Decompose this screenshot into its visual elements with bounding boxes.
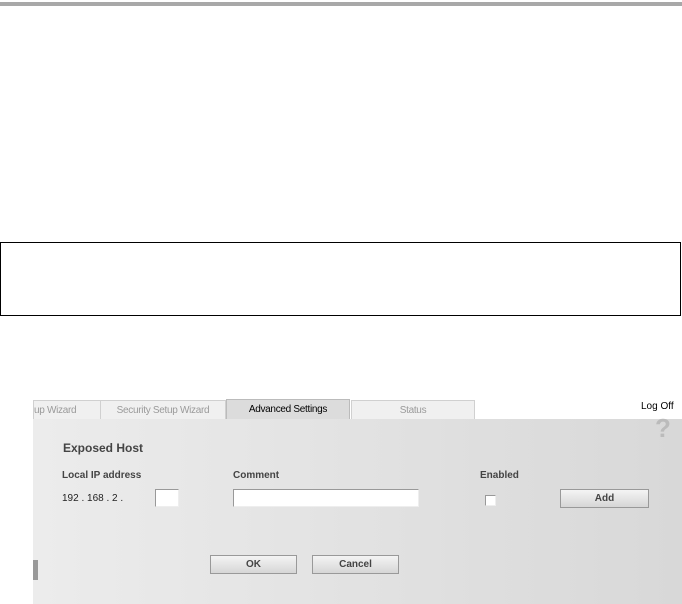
tab-status[interactable]: Status (351, 400, 475, 420)
page-title: Exposed Host (63, 441, 144, 455)
exposed-host-panel: Exposed Host ? Local IP address Comment … (33, 413, 682, 604)
empty-frame (0, 242, 681, 316)
tab-setup-wizard[interactable]: up Wizard (33, 400, 101, 420)
add-button[interactable]: Add (560, 489, 649, 508)
ok-button[interactable]: OK (210, 555, 297, 574)
enabled-checkbox[interactable] (485, 495, 496, 506)
tab-advanced-settings[interactable]: Advanced Settings (226, 399, 350, 420)
enabled-label: Enabled (480, 470, 519, 481)
comment-label: Comment (233, 470, 280, 481)
cancel-button[interactable]: Cancel (312, 555, 399, 574)
scroll-handle[interactable] (33, 560, 38, 580)
top-rule (0, 2, 682, 6)
local-ip-label: Local IP address (62, 470, 142, 481)
ip-last-octet-input[interactable] (155, 489, 179, 507)
tab-security-setup-wizard[interactable]: Security Setup Wizard (100, 400, 226, 420)
comment-input[interactable] (233, 489, 419, 507)
ip-prefix: 192 . 168 . 2 . (62, 493, 124, 504)
log-off-link[interactable]: Log Off (641, 401, 674, 412)
help-icon[interactable]: ? (655, 413, 671, 444)
